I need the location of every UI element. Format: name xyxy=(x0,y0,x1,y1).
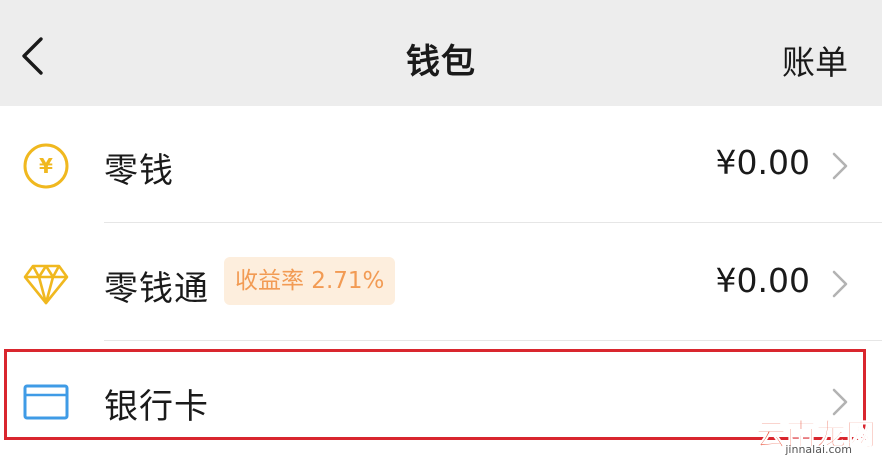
watermark-url: jinnalai.com xyxy=(785,443,852,456)
bank-card-icon xyxy=(22,378,70,426)
wallet-row-change[interactable]: ¥ 零钱 ¥0.00 xyxy=(0,106,882,224)
diamond-icon xyxy=(22,260,70,308)
svg-text:¥: ¥ xyxy=(39,154,53,178)
yuan-coin-icon: ¥ xyxy=(22,142,70,190)
wallet-row-bank-card[interactable]: 银行卡 xyxy=(0,342,882,460)
balance-amount: ¥0.00 xyxy=(716,261,810,300)
row-divider xyxy=(104,340,882,341)
yield-rate-badge: 收益率 2.71% xyxy=(224,257,395,305)
back-button[interactable] xyxy=(12,34,52,78)
row-label: 零钱通 xyxy=(104,261,209,310)
balance-amount: ¥0.00 xyxy=(716,143,810,182)
chevron-left-icon xyxy=(19,36,45,76)
row-label: 零钱 xyxy=(104,143,174,192)
chevron-right-icon xyxy=(830,269,850,299)
page-title: 钱包 xyxy=(0,34,882,83)
wallet-row-change-plus[interactable]: 零钱通 收益率 2.71% ¥0.00 xyxy=(0,224,882,342)
chevron-right-icon xyxy=(830,151,850,181)
chevron-right-icon xyxy=(830,387,850,417)
bill-link[interactable]: 账单 xyxy=(782,36,848,84)
row-label: 银行卡 xyxy=(104,379,209,428)
navigation-bar: 钱包 账单 xyxy=(0,0,882,106)
row-divider xyxy=(104,222,882,223)
